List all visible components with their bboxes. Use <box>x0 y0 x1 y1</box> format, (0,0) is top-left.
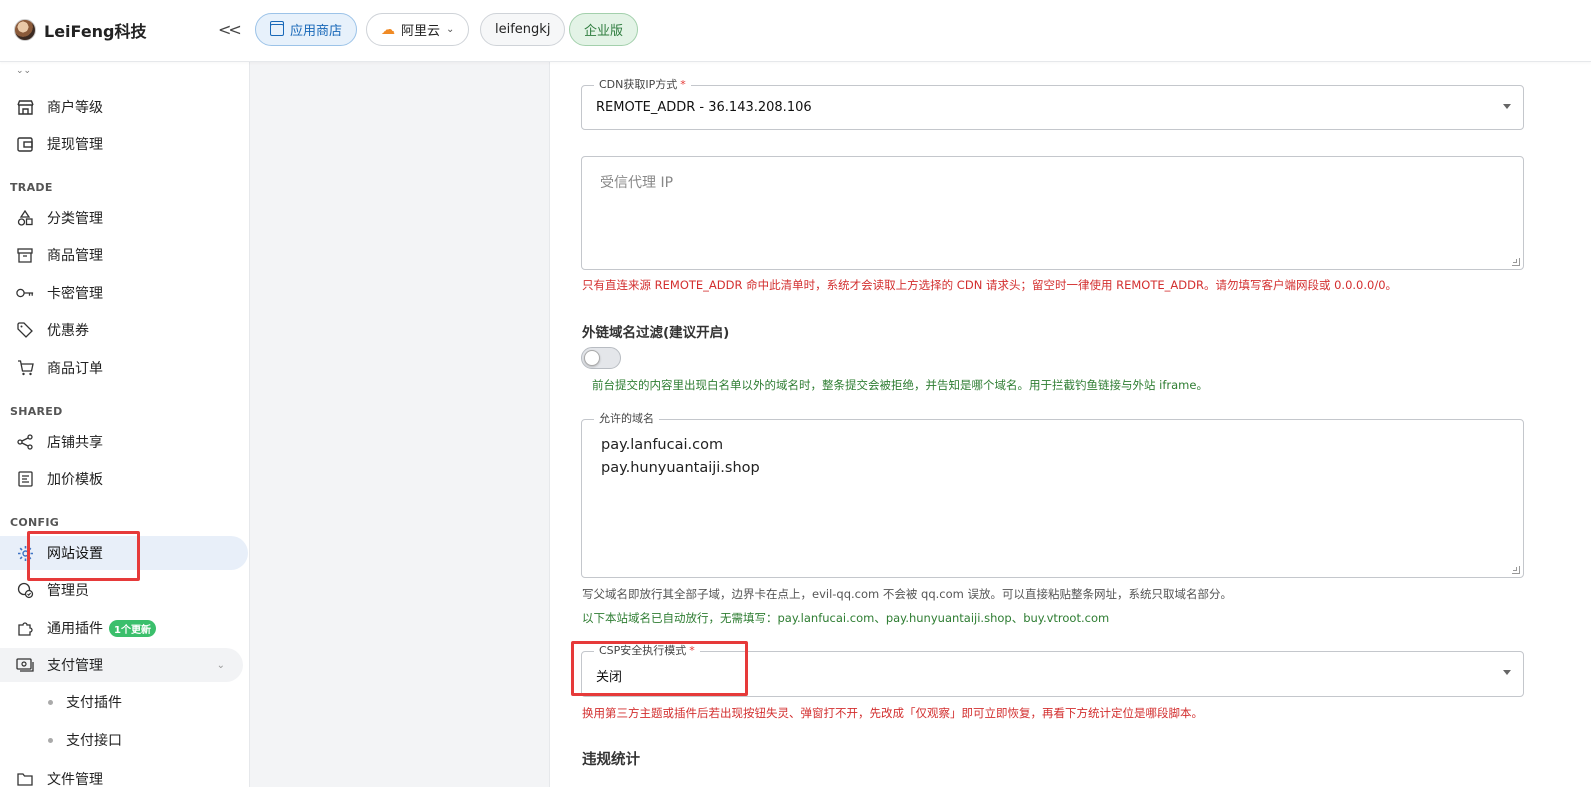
sidebar-item-products[interactable]: 商品管理 <box>0 238 248 272</box>
sidebar-item-label: 分类管理 <box>47 211 103 227</box>
template-icon <box>16 470 34 488</box>
sidebar-item-label: 管理员 <box>47 583 89 599</box>
allowed-domain-line: pay.lanfucai.com <box>601 437 724 453</box>
edition-badge[interactable]: 企业版 <box>569 13 639 46</box>
sidebar-subitem-pay-interfaces[interactable]: 支付接口 <box>0 723 248 757</box>
section-trade: TRADE <box>10 181 53 194</box>
tag-icon <box>16 321 34 339</box>
csp-mode-value: 关闭 <box>596 670 623 685</box>
trusted-proxy-placeholder: 受信代理 IP <box>600 175 674 191</box>
brand[interactable]: LeiFeng科技 <box>14 18 147 42</box>
sidebar-item-merchant-level[interactable]: 商户等级 <box>0 90 248 124</box>
allowed-domains-textarea[interactable]: 允许的域名 pay.lanfucai.com pay.hunyuantaiji.… <box>581 412 1524 578</box>
brand-name: LeiFeng科技 <box>44 22 147 41</box>
sidebar-subitem-pay-plugins[interactable]: 支付插件 <box>0 685 248 719</box>
admin-icon <box>16 581 34 599</box>
sidebar-item-label: 通用插件 <box>47 621 103 637</box>
allowed-domain-line: pay.hunyuantaiji.shop <box>601 460 760 476</box>
sidebar-item-admins[interactable]: 管理员 <box>0 573 248 607</box>
allowed-domains-hint: 写父域名即放行其全部子域，边界卡在点上，evil-qq.com 不会被 qq.c… <box>582 587 1233 601</box>
domain-filter-hint: 前台提交的内容里出现白名单以外的域名时，整条提交会被拒绝，并告知是哪个域名。用于… <box>592 378 1208 392</box>
bullet-icon <box>48 699 53 705</box>
double-chevron-left-icon[interactable]: << <box>218 20 242 39</box>
settings-card: CDN获取IP方式 * REMOTE_ADDR - 36.143.208.106 … <box>549 62 1591 787</box>
resize-handle-icon[interactable] <box>1512 258 1520 266</box>
sidebar-item-label: 支付管理 <box>47 658 103 674</box>
caret-down-icon <box>1503 670 1511 675</box>
sidebar-item-label: 店铺共享 <box>47 435 103 451</box>
chevron-down-icon: ⌄ <box>446 24 455 35</box>
sidebar-item-store-share[interactable]: 店铺共享 <box>0 425 248 459</box>
app-store-label: 应用商店 <box>290 24 343 39</box>
sidebar-item-label: 商户等级 <box>47 100 103 116</box>
cloud-selector[interactable]: ☁ 阿里云 ⌄ <box>366 13 470 46</box>
resize-handle-icon[interactable] <box>1512 566 1520 574</box>
domain-filter-toggle[interactable] <box>581 347 621 369</box>
section-shared: SHARED <box>10 405 63 418</box>
sidebar-item-category[interactable]: 分类管理 <box>0 201 248 235</box>
app-store-button[interactable]: 应用商店 <box>255 13 358 46</box>
sidebar-item-cardkeys[interactable]: 卡密管理 <box>0 276 248 310</box>
sidebar-item-label: 商品订单 <box>47 361 103 377</box>
store-icon <box>270 20 284 36</box>
allowed-domains-legend: 允许的域名 <box>594 412 659 426</box>
cloud-label: 阿里云 <box>401 24 441 39</box>
puzzle-icon <box>16 619 34 637</box>
sidebar-item-label: 文件管理 <box>47 772 103 787</box>
brand-avatar <box>14 19 36 41</box>
edition-label: 企业版 <box>584 24 624 39</box>
cdn-ip-mode-legend: CDN获取IP方式 * <box>594 78 691 92</box>
share-icon <box>16 433 34 451</box>
section-config: CONFIG <box>10 516 60 529</box>
csp-mode-hint: 换用第三方主题或插件后若出现按钮失灵、弹窗打不开，先改成「仅观察」即可立即恢复，… <box>582 706 1203 720</box>
update-badge: 1个更新 <box>109 619 156 637</box>
auto-allowed-domains-hint: 以下本站域名已自动放行，无需填写：pay.lanfucai.com、pay.hu… <box>582 611 1110 625</box>
sidebar-item-withdraw[interactable]: 提现管理 <box>0 127 248 161</box>
violation-stats-title: 违规统计 <box>582 752 640 768</box>
sidebar-item-markup-template[interactable]: 加价模板 <box>0 462 248 496</box>
sidebar-item-plugins[interactable]: 通用插件 1个更新 <box>0 611 248 645</box>
sidebar-item-payment[interactable]: 支付管理 ⌄ <box>0 648 243 682</box>
sidebar-item-label: 卡密管理 <box>47 286 103 302</box>
sidebar-item-coupons[interactable]: 优惠券 <box>0 313 248 347</box>
sidebar-item-label: 商品管理 <box>47 248 103 264</box>
domain-filter-label: 外链域名过滤(建议开启) <box>582 325 730 341</box>
trusted-proxy-textarea[interactable]: 受信代理 IP <box>581 156 1524 270</box>
sidebar-item-label: 网站设置 <box>47 546 103 562</box>
gear-icon <box>16 544 34 562</box>
folder-icon <box>16 770 34 787</box>
key-icon <box>16 284 34 302</box>
sidebar-item-label: 提现管理 <box>47 137 103 153</box>
payment-icon <box>16 656 34 674</box>
category-icon <box>16 209 34 227</box>
sidebar-item-label: 支付插件 <box>66 695 122 711</box>
user-button[interactable]: leifengkj <box>480 13 566 46</box>
archive-icon <box>16 246 34 264</box>
sidebar: ⌄⌄ 商户等级 提现管理 TRADE 分类管理 商品管理 卡密管理 优惠券 商品… <box>0 62 250 787</box>
sidebar-item-label: 支付接口 <box>66 733 122 749</box>
trusted-proxy-hint: 只有直连来源 REMOTE_ADDR 命中此清单时，系统才会读取上方选择的 CD… <box>582 278 1398 292</box>
sidebar-item-site-settings[interactable]: 网站设置 <box>0 536 248 570</box>
wallet-icon <box>16 135 34 153</box>
cart-icon <box>16 359 34 377</box>
top-header: LeiFeng科技 << 应用商店 ☁ 阿里云 ⌄ leifengkj 企业版 <box>0 0 1591 62</box>
sidebar-item-orders[interactable]: 商品订单 <box>0 351 248 385</box>
csp-mode-select[interactable]: CSP安全执行模式 * 关闭 <box>581 644 1524 697</box>
user-label: leifengkj <box>495 22 551 37</box>
bullet-icon <box>48 737 53 743</box>
cdn-ip-mode-select[interactable]: CDN获取IP方式 * REMOTE_ADDR - 36.143.208.106 <box>581 78 1524 130</box>
sidebar-item-files[interactable]: 文件管理 <box>0 762 248 787</box>
sidebar-item-label: 加价模板 <box>47 472 103 488</box>
sidebar-item-label: 优惠券 <box>47 323 89 339</box>
toggle-knob <box>584 350 600 366</box>
cloud-icon: ☁ <box>381 21 395 38</box>
csp-mode-legend: CSP安全执行模式 * <box>594 644 700 658</box>
chevron-down-icon: ⌄ <box>216 659 225 671</box>
cdn-ip-mode-value: REMOTE_ADDR - 36.143.208.106 <box>596 100 812 115</box>
store-icon <box>16 98 34 116</box>
scrolled-icon: ⌄⌄ <box>16 66 32 76</box>
caret-down-icon <box>1503 104 1511 109</box>
